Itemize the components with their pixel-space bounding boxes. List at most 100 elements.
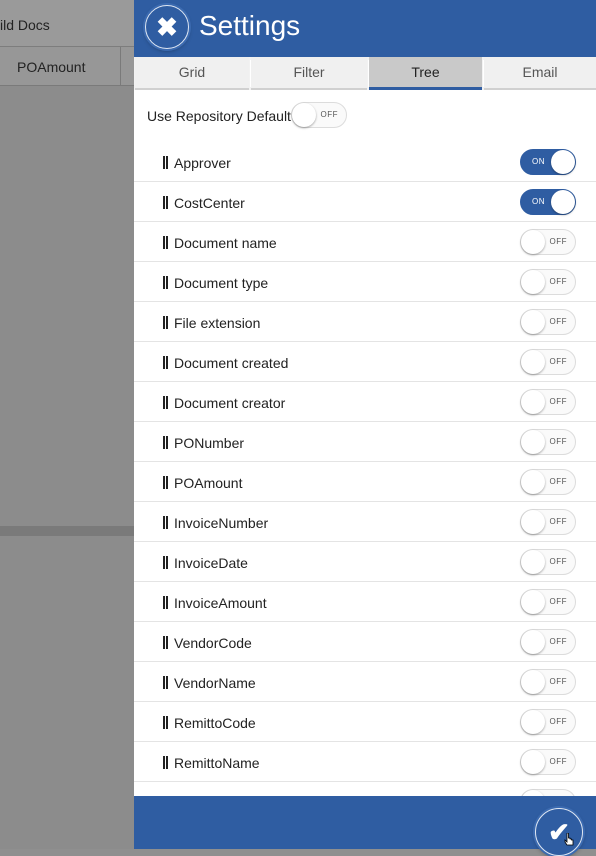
field-label: InvoiceNumber xyxy=(174,515,269,531)
drag-handle-icon[interactable] xyxy=(163,716,168,729)
field-row: CostCenter ON xyxy=(134,182,596,222)
hand-cursor-icon xyxy=(564,833,574,846)
drag-handle-icon[interactable] xyxy=(163,676,168,689)
toggle-state: OFF xyxy=(549,517,567,526)
field-toggle[interactable]: OFF xyxy=(520,429,576,455)
drag-handle-icon[interactable] xyxy=(163,516,168,529)
field-label: POAmount xyxy=(174,475,243,491)
field-toggle[interactable]: OFF xyxy=(520,389,576,415)
drag-handle-icon[interactable] xyxy=(163,196,168,209)
repository-default-row: Use Repository Default OFF xyxy=(134,90,596,143)
toggle-knob xyxy=(521,750,545,774)
field-toggle[interactable]: OFF xyxy=(520,469,576,495)
repository-default-toggle[interactable]: OFF xyxy=(291,102,347,128)
field-row: DueDateOFF xyxy=(134,782,596,796)
repository-default-label: Use Repository Default xyxy=(147,108,291,124)
toggle-knob xyxy=(521,590,545,614)
drag-handle-icon[interactable] xyxy=(163,236,168,249)
toggle-state: OFF xyxy=(320,110,338,119)
field-label: RemittoName xyxy=(174,755,260,771)
field-toggle[interactable]: OFF xyxy=(520,229,576,255)
settings-footer: ✔ xyxy=(134,796,596,856)
toggle-knob xyxy=(521,630,545,654)
toggle-state: OFF xyxy=(549,477,567,486)
field-label: InvoiceAmount xyxy=(174,595,267,611)
field-row: Approver ON xyxy=(134,142,596,182)
drag-handle-icon[interactable] xyxy=(163,556,168,569)
field-toggle[interactable]: OFF xyxy=(520,709,576,735)
field-toggle[interactable]: OFF xyxy=(520,269,576,295)
field-toggle[interactable]: OFF xyxy=(520,549,576,575)
field-label: VendorName xyxy=(174,675,256,691)
field-label: Document type xyxy=(174,275,269,291)
drag-handle-icon[interactable] xyxy=(163,276,168,289)
field-toggle[interactable]: OFF xyxy=(520,669,576,695)
toggle-state: OFF xyxy=(549,397,567,406)
toggle-state: OFF xyxy=(549,277,567,286)
toggle-state: OFF xyxy=(549,757,567,766)
settings-panel: ✖ Settings Grid Filter Tree Email Use Re… xyxy=(134,0,596,856)
toggle-knob xyxy=(551,190,575,214)
field-row: Document type OFF xyxy=(134,262,596,302)
toggle-knob xyxy=(521,670,545,694)
toggle-state: OFF xyxy=(549,557,567,566)
field-toggle[interactable]: ON xyxy=(520,189,576,215)
field-label: Approver xyxy=(174,155,231,171)
toggle-knob xyxy=(521,710,545,734)
field-label: Document name xyxy=(174,235,277,251)
drag-handle-icon[interactable] xyxy=(163,636,168,649)
toggle-state: OFF xyxy=(549,237,567,246)
drag-handle-icon[interactable] xyxy=(163,476,168,489)
field-row: RemittoCode OFF xyxy=(134,702,596,742)
field-row: POAmount OFF xyxy=(134,462,596,502)
field-label: PONumber xyxy=(174,435,245,451)
tab-email[interactable]: Email xyxy=(484,57,596,90)
field-toggle[interactable]: OFF xyxy=(520,749,576,775)
toggle-state: OFF xyxy=(549,717,567,726)
drag-handle-icon[interactable] xyxy=(163,596,168,609)
field-toggle[interactable]: OFF xyxy=(520,349,576,375)
field-label: File extension xyxy=(174,315,261,331)
field-toggle[interactable]: ON xyxy=(520,149,576,175)
drag-handle-icon[interactable] xyxy=(163,436,168,449)
field-toggle[interactable]: OFF xyxy=(520,509,576,535)
toggle-knob xyxy=(551,150,575,174)
field-row: VendorName OFF xyxy=(134,662,596,702)
field-label: InvoiceDate xyxy=(174,555,248,571)
toggle-knob xyxy=(292,103,316,127)
field-toggle[interactable]: OFF xyxy=(520,589,576,615)
field-row: Document created OFF xyxy=(134,342,596,382)
background-app: ild Docs POAmount xyxy=(0,0,134,849)
tab-grid[interactable]: Grid xyxy=(135,57,249,90)
page-title: Settings xyxy=(199,10,301,41)
field-label: RemittoCode xyxy=(174,715,256,731)
drag-handle-icon[interactable] xyxy=(163,396,168,409)
toggle-state: OFF xyxy=(549,437,567,446)
background-title: ild Docs xyxy=(0,17,50,33)
tab-filter[interactable]: Filter xyxy=(251,57,367,90)
drag-handle-icon[interactable] xyxy=(163,316,168,329)
drag-handle-icon[interactable] xyxy=(163,156,168,169)
close-button[interactable]: ✖ xyxy=(145,5,189,49)
field-row: Document name OFF xyxy=(134,222,596,262)
field-toggle[interactable]: OFF xyxy=(520,789,576,796)
toggle-state: OFF xyxy=(549,357,567,366)
field-row: InvoiceNumber OFF xyxy=(134,502,596,542)
drag-handle-icon[interactable] xyxy=(163,756,168,769)
toggle-state: OFF xyxy=(549,677,567,686)
toggle-knob xyxy=(521,310,545,334)
toggle-knob xyxy=(521,430,545,454)
toggle-knob xyxy=(521,510,545,534)
tab-tree[interactable]: Tree xyxy=(369,57,482,90)
background-header: ild Docs xyxy=(0,0,134,47)
field-list: Approver ON CostCenter ON Document name OFF Do… xyxy=(134,142,596,796)
toggle-state: ON xyxy=(532,197,545,206)
toggle-state: OFF xyxy=(549,317,567,326)
close-icon: ✖ xyxy=(156,12,178,42)
field-toggle[interactable]: OFF xyxy=(520,309,576,335)
toggle-state: ON xyxy=(532,157,545,166)
drag-handle-icon[interactable] xyxy=(163,356,168,369)
toggle-knob xyxy=(521,550,545,574)
field-label: CostCenter xyxy=(174,195,245,211)
field-toggle[interactable]: OFF xyxy=(520,629,576,655)
